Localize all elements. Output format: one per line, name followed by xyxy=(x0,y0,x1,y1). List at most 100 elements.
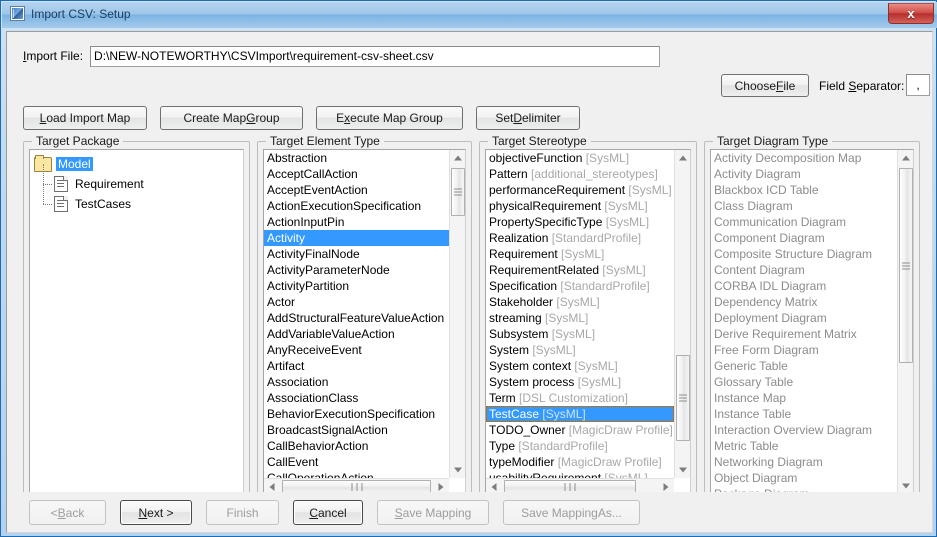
list-item[interactable]: System process [SysML] xyxy=(486,374,674,390)
element-type-vscrollbar[interactable] xyxy=(449,150,465,478)
list-item[interactable]: AcceptCallAction xyxy=(264,166,449,182)
list-item[interactable]: CORBA IDL Diagram xyxy=(711,278,897,294)
list-item[interactable]: Free Form Diagram xyxy=(711,342,897,358)
vscroll-thumb[interactable] xyxy=(451,168,465,216)
list-item[interactable]: objectiveFunction [SysML] xyxy=(486,150,674,166)
list-item[interactable]: Dependency Matrix xyxy=(711,294,897,310)
list-item[interactable]: Association xyxy=(264,374,449,390)
list-item[interactable]: AddStructuralFeatureValueAction xyxy=(264,310,449,326)
list-item[interactable]: System [SysML] xyxy=(486,342,674,358)
list-item[interactable]: Component Diagram xyxy=(711,230,897,246)
target-package-tree[interactable]: Model Requirement TestCases xyxy=(29,149,244,495)
list-item[interactable]: ActionInputPin xyxy=(264,214,449,230)
save-mapping-button[interactable]: Save Mapping xyxy=(377,500,489,525)
list-item[interactable]: Communication Diagram xyxy=(711,214,897,230)
list-item[interactable]: ActivityParameterNode xyxy=(264,262,449,278)
list-item[interactable]: ActivityPartition xyxy=(264,278,449,294)
list-item[interactable]: AssociationClass xyxy=(264,390,449,406)
list-item[interactable]: physicalRequirement [SysML] xyxy=(486,198,674,214)
list-item[interactable]: ActionExecutionSpecification xyxy=(264,198,449,214)
scroll-down-icon[interactable] xyxy=(450,462,465,478)
dialog-footer: < Back Next > Finish Cancel Save Mapping… xyxy=(7,492,932,532)
diagram-type-vscrollbar[interactable] xyxy=(897,150,913,494)
tree-node[interactable]: Requirement xyxy=(34,164,243,194)
list-item[interactable]: Type [StandardProfile] xyxy=(486,438,674,454)
list-item[interactable]: AnyReceiveEvent xyxy=(264,342,449,358)
list-item[interactable]: Artifact xyxy=(264,358,449,374)
list-item[interactable]: BehaviorExecutionSpecification xyxy=(264,406,449,422)
scroll-up-icon[interactable] xyxy=(675,150,690,166)
list-item[interactable]: CallBehaviorAction xyxy=(264,438,449,454)
list-item[interactable]: Subsystem [SysML] xyxy=(486,326,674,342)
scroll-down-icon[interactable] xyxy=(675,462,690,478)
finish-button[interactable]: Finish xyxy=(206,500,279,525)
list-item[interactable]: Blackbox ICD Table xyxy=(711,182,897,198)
list-item[interactable]: AcceptEventAction xyxy=(264,182,449,198)
target-stereotype-listbox[interactable]: objectiveFunction [SysML] Pattern [additi… xyxy=(485,149,691,495)
list-item-label: CallOperationAction xyxy=(267,471,374,478)
tree-node-label: Requirement xyxy=(75,177,144,191)
stereotype-vscrollbar[interactable] xyxy=(674,150,690,478)
back-button[interactable]: < Back xyxy=(29,500,106,525)
load-import-map-button[interactable]: Load Import Map xyxy=(23,106,147,130)
list-item[interactable]: Pattern [additional_stereotypes] xyxy=(486,166,674,182)
list-item[interactable]: RequirementRelated [SysML] xyxy=(486,262,674,278)
list-item[interactable]: typeModifier [MagicDraw Profile] xyxy=(486,454,674,470)
list-item[interactable]: streaming [SysML] xyxy=(486,310,674,326)
list-item[interactable]: TODO_Owner [MagicDraw Profile] xyxy=(486,422,674,438)
vscroll-thumb[interactable] xyxy=(899,168,913,363)
list-item[interactable]: Instance Table xyxy=(711,406,897,422)
list-item[interactable]: Specification [StandardProfile] xyxy=(486,278,674,294)
next-button[interactable]: Next > xyxy=(120,500,192,525)
list-item[interactable]: Activity Decomposition Map xyxy=(711,150,897,166)
list-item[interactable]: Composite Structure Diagram xyxy=(711,246,897,262)
create-map-group-button[interactable]: Create Map Group xyxy=(160,106,303,130)
list-item[interactable]: ActivityFinalNode xyxy=(264,246,449,262)
target-element-type-listbox[interactable]: Abstraction AcceptCallAction AcceptEventAc… xyxy=(263,149,466,495)
list-item[interactable]: Networking Diagram xyxy=(711,454,897,470)
list-item[interactable]: Requirement [SysML] xyxy=(486,246,674,262)
list-item[interactable]: Metric Table xyxy=(711,438,897,454)
choose-file-button[interactable]: Choose File xyxy=(721,74,809,97)
list-item[interactable]: Term [DSL Customization] xyxy=(486,390,674,406)
tree-node[interactable]: Model xyxy=(34,154,243,174)
list-item[interactable]: Actor xyxy=(264,294,449,310)
list-item[interactable]: Interaction Overview Diagram xyxy=(711,422,897,438)
list-item[interactable]: Deployment Diagram xyxy=(711,310,897,326)
list-item[interactable]: Activity Diagram xyxy=(711,166,897,182)
list-item[interactable]: Instance Map xyxy=(711,390,897,406)
list-item[interactable]: Realization [StandardProfile] xyxy=(486,230,674,246)
list-item[interactable]: Glossary Table xyxy=(711,374,897,390)
list-item[interactable]: TestCase [SysML] xyxy=(486,406,674,422)
list-item[interactable]: Activity xyxy=(264,230,449,246)
list-item[interactable]: Object Diagram xyxy=(711,470,897,486)
list-item-profile: [MagicDraw Profile] xyxy=(565,423,673,437)
list-item[interactable]: PropertySpecificType [SysML] xyxy=(486,214,674,230)
list-item[interactable]: Derive Requirement Matrix xyxy=(711,326,897,342)
list-item[interactable]: Abstraction xyxy=(264,150,449,166)
list-item[interactable]: AddVariableValueAction xyxy=(264,326,449,342)
vscroll-thumb[interactable] xyxy=(676,355,690,441)
field-separator-input[interactable] xyxy=(906,74,930,96)
cancel-button[interactable]: Cancel xyxy=(293,500,363,525)
import-file-input[interactable] xyxy=(90,45,661,67)
target-diagram-type-listbox[interactable]: Activity Decomposition Map Activity Diagr… xyxy=(710,149,914,495)
list-item[interactable]: CallOperationAction xyxy=(264,470,449,478)
list-item[interactable]: Generic Table xyxy=(711,358,897,374)
close-icon[interactable]: x xyxy=(888,3,934,24)
list-item[interactable]: usabilityRequirement [SysML] xyxy=(486,470,674,478)
list-item[interactable]: CallEvent xyxy=(264,454,449,470)
list-item[interactable]: Stakeholder [SysML] xyxy=(486,294,674,310)
scroll-up-icon[interactable] xyxy=(450,150,465,166)
list-item[interactable]: performanceRequirement [SysML] xyxy=(486,182,674,198)
list-item[interactable]: Class Diagram xyxy=(711,198,897,214)
set-delimiter-button[interactable]: Set Delimiter xyxy=(476,106,580,130)
list-item[interactable]: Content Diagram xyxy=(711,262,897,278)
scroll-up-icon[interactable] xyxy=(898,150,913,166)
list-item[interactable]: System context [SysML] xyxy=(486,358,674,374)
list-item[interactable]: BroadcastSignalAction xyxy=(264,422,449,438)
tree-node[interactable]: TestCases xyxy=(34,184,243,214)
execute-map-group-button[interactable]: Ex ecute Map Group xyxy=(316,106,463,130)
list-item-label: Requirement xyxy=(489,247,558,261)
save-mapping-as-button[interactable]: Save Mappin g As... xyxy=(503,500,640,525)
